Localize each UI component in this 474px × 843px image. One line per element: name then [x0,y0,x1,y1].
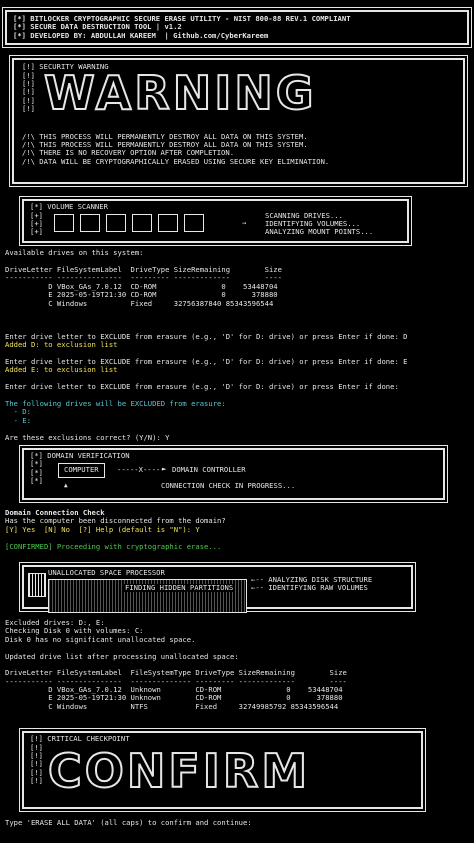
domain-verification-box: [*] DOMAIN VERIFICATION [*] [*] [*] COMP… [19,444,448,503]
header-credits: [*] DEVELOPED BY: ABDULLAH KAREEM | Gith… [13,30,269,40]
critical-checkpoint-box: [!] CRITICAL CHECKPOINT [!] [!] [!] [!] … [19,728,426,813]
updated-drive-section: Excluded drives: D:, E: Checking Disk 0 … [5,618,469,711]
drive-slot [158,213,178,232]
disk-icon [28,572,46,597]
domain-mark: [*] [30,476,43,486]
scanner-mark: [+] [30,227,43,237]
partition-progress: FINDING HIDDEN PARTITIONS [48,578,247,614]
finding-partitions-label: FINDING HIDDEN PARTITIONS [123,582,236,593]
exclusion-section: Enter drive letter to EXCLUDE from erasu… [5,332,469,442]
volume-scanner-box: [*] VOLUME SCANNER [+] [+] [+] → SCANNIN… [19,196,412,247]
drive-slot [54,213,74,232]
drive-slot [106,213,126,232]
excluded-heading: The following drives will be EXCLUDED fr… [5,399,226,409]
drive-slot [184,213,204,232]
warning-banner: WARNING [43,65,317,120]
exclude-prompt[interactable]: Enter drive letter to EXCLUDE from erasu… [5,382,469,391]
drive-list: Available drives on this system: DriveLe… [5,248,469,308]
computer-node: COMPUTER [58,463,105,478]
warning-mark: [!] [22,104,35,114]
domain-check-options[interactable]: [Y] Yes [N] No [?] Help (default is "N")… [5,525,469,534]
domain-status: CONNECTION CHECK IN PROGRESS... [161,481,296,491]
warning-box: [!] SECURITY WARNING [!] [!] [!] [!] [!]… [9,55,468,188]
identifying-label: ←-- IDENTIFYING RAW VOLUMES [251,582,368,592]
exclude-added: Added D: to exclusion list [5,340,118,350]
scanner-slots [54,213,210,232]
confirmed-message: [CONFIRMED] Proceeding with cryptographi… [5,541,222,551]
scanner-status: ANALYZING MOUNT POINTS... [265,227,374,237]
exclude-added: Added E: to exclusion list [5,365,118,375]
table-row: C Windows Fixed 32756387840 85343596544 [5,298,274,308]
excluded-drive: - E: [5,415,31,425]
erase-confirm-prompt[interactable]: Type 'ERASE ALL DATA' (all caps) to conf… [5,818,469,827]
confirm-banner: CONFIRM [47,743,311,798]
domain-check-section: Domain Connection Check Has the computer… [5,508,469,551]
scanner-title: [*] VOLUME SCANNER [30,202,108,212]
domain-controller-label: DOMAIN CONTROLLER [172,465,246,475]
warning-line: /!\ DATA WILL BE CRYPTOGRAPHICALLY ERASE… [22,156,330,166]
arrow-right-icon: ► [162,464,167,474]
unallocated-processor-box: UNALLOCATED SPACE PROCESSOR FINDING HIDD… [19,561,416,614]
arrow-up-icon: ▲ [64,482,68,490]
disk-result-line: Disk 0 has no significant unallocated sp… [5,634,196,644]
connection-link: -----X----- [117,465,165,475]
domain-title: [*] DOMAIN VERIFICATION [30,450,130,460]
unallocated-title: UNALLOCATED SPACE PROCESSOR [48,567,165,577]
critical-title: [!] CRITICAL CHECKPOINT [30,734,130,744]
drive-slot [80,213,100,232]
table-row: C Windows NTFS Fixed 32749985792 8534359… [5,701,339,711]
excluded-drive: - D: [5,407,31,417]
exclusion-confirm-prompt[interactable]: Are these exclusions correct? (Y/N): Y [5,433,469,442]
drive-slot [132,213,152,232]
drives-intro: Available drives on this system: [5,248,144,258]
critical-mark: [!] [30,776,43,786]
header-box: [*] BITLOCKER CRYPTOGRAPHIC SECURE ERASE… [2,6,472,49]
updated-list-intro: Updated drive list after processing unal… [5,651,239,661]
arrow-right-icon: → [242,217,247,227]
